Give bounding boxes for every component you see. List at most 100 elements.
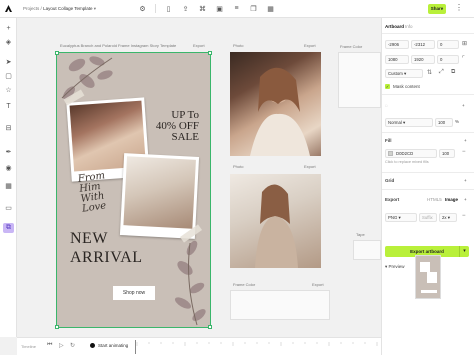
add-fill-icon[interactable]: + — [464, 138, 467, 143]
promo-text[interactable]: UP To 40% OFF SALE — [151, 110, 199, 143]
timeline-bar: Timeline ⏮ ▷ ↻ Start animating — [17, 337, 381, 355]
preview-polaroid — [427, 272, 437, 283]
tab-artboard[interactable]: Artboard — [385, 24, 404, 29]
artboard-frame[interactable] — [230, 290, 330, 320]
blend-mode-select[interactable]: Normal ▾ — [385, 118, 433, 127]
export-section-title: Export — [385, 197, 400, 202]
export-link[interactable]: Export — [304, 43, 316, 48]
mask-label: Mask content — [393, 84, 420, 89]
start-animating-button[interactable]: Start animating — [98, 343, 128, 348]
polaroid-photo — [123, 156, 196, 229]
y-position-field[interactable]: -2312 — [411, 40, 435, 49]
divider — [382, 132, 474, 133]
remove-export-icon[interactable]: − — [462, 213, 466, 219]
record-icon[interactable] — [90, 343, 95, 348]
mask-checkbox[interactable]: ✓ — [385, 84, 390, 89]
artboard-label[interactable]: Photo — [233, 164, 243, 169]
text-block-icon[interactable]: ≡ — [232, 4, 241, 13]
pen-icon[interactable]: ✒ — [3, 147, 14, 157]
scale-select[interactable]: 2x ▾ — [439, 213, 457, 222]
share-button[interactable]: Share — [428, 4, 446, 14]
layers-icon[interactable]: ◈ — [3, 37, 14, 47]
tab-image[interactable]: Image — [445, 197, 458, 202]
star-icon[interactable]: ☆ — [3, 85, 14, 95]
page-icon[interactable]: ▯ — [164, 4, 173, 13]
component-icon[interactable]: ⊟ — [3, 123, 14, 133]
preset-value: Custom — [388, 71, 403, 76]
artboard-frame[interactable] — [338, 52, 381, 108]
height-field[interactable]: 1920 — [411, 55, 435, 64]
artboard-label[interactable]: Frame Color — [340, 44, 362, 49]
artboard-label[interactable]: Tape — [356, 232, 365, 237]
photo-artboard-1[interactable] — [230, 52, 321, 156]
code-icon[interactable]: ⌘ — [198, 4, 207, 13]
divider — [382, 172, 474, 173]
skip-back-icon[interactable]: ⏮ — [47, 342, 52, 349]
play-icon[interactable]: ▷ — [59, 342, 64, 349]
polaroid-frame[interactable] — [119, 153, 200, 239]
fill-swatch[interactable] — [388, 151, 393, 156]
drop-icon[interactable]: ◉ — [3, 163, 14, 173]
tab-info[interactable]: Info — [405, 24, 413, 29]
folder-icon[interactable]: ▭ — [3, 203, 14, 213]
top-bar: Projects / Layout Collage Template ▾ ⚙ ▯… — [0, 0, 474, 18]
divider — [155, 4, 156, 13]
plugin-icon[interactable]: ⧉ — [3, 223, 14, 233]
breadcrumb-parent[interactable]: Projects — [23, 6, 39, 11]
table-icon[interactable]: ▦ — [3, 181, 14, 191]
swap-icon[interactable]: ⇅ — [427, 69, 432, 76]
artboard-label[interactable]: Frame Color — [233, 282, 255, 287]
fit-icon[interactable]: ⤢ — [439, 69, 444, 76]
add-icon[interactable]: + — [462, 103, 465, 108]
promo-line: SALE — [171, 131, 200, 143]
chevron-down-icon[interactable]: ▾ — [94, 6, 96, 11]
artboard-label[interactable]: Eucalyptus Branch and Polaroid Frame Ins… — [60, 43, 176, 48]
rotation-field[interactable]: 0 — [437, 40, 459, 49]
copy-icon[interactable]: ❐ — [249, 4, 258, 13]
preset-select[interactable]: Custom ▾ — [385, 69, 423, 78]
upload-icon[interactable]: ⇪ — [181, 4, 190, 13]
suffix-field[interactable]: Suffix — [419, 213, 437, 222]
photo-artboard-2[interactable] — [230, 174, 321, 268]
more-options-icon[interactable]: ⋮ — [455, 3, 463, 12]
radius-field[interactable]: 0 — [437, 55, 459, 64]
fill-color-field[interactable]: D0D2CD — [385, 149, 437, 158]
export-link[interactable]: Export — [312, 282, 324, 287]
lock-icon[interactable]: ⧉ — [451, 69, 455, 76]
gear-icon[interactable]: ⚙ — [138, 4, 147, 13]
artboard-label[interactable]: Photo — [233, 43, 243, 48]
grid-icon[interactable]: ▦ — [266, 4, 275, 13]
shop-now-button[interactable]: Shop now — [113, 286, 155, 300]
preview-section-title[interactable]: ▾ Preview — [385, 264, 405, 270]
x-position-field[interactable]: -2906 — [385, 40, 409, 49]
export-options-chevron-icon[interactable]: ▾ — [459, 246, 469, 257]
add-grid-icon[interactable]: + — [464, 178, 467, 183]
timeline-ruler[interactable] — [135, 340, 379, 354]
breadcrumb-current[interactable]: Layout Collage Template — [43, 6, 92, 11]
opacity-field[interactable]: 100 — [435, 118, 453, 127]
text-icon[interactable]: T — [3, 101, 14, 111]
add-export-icon[interactable]: + — [464, 197, 467, 202]
tab-html5[interactable]: HTML5 — [427, 197, 442, 202]
width-field[interactable]: 1080 — [385, 55, 409, 64]
export-artboard-label: Export artboard — [410, 249, 444, 254]
artboard-frame[interactable] — [353, 240, 381, 260]
cursor-icon[interactable]: ➤ — [3, 57, 14, 67]
divider — [382, 94, 474, 95]
fill-opacity-field[interactable]: 100 — [439, 149, 455, 158]
app-logo-icon[interactable] — [4, 4, 13, 13]
image-icon[interactable]: ▣ — [215, 4, 224, 13]
loop-icon[interactable]: ↻ — [70, 342, 75, 349]
format-select[interactable]: PNG ▾ — [385, 213, 417, 222]
align-icon[interactable]: ⊞ — [462, 40, 467, 47]
handwritten-script-text[interactable]: From Him With Love — [77, 170, 110, 214]
frame-icon[interactable]: ▢ — [3, 71, 14, 81]
corner-icon[interactable]: ⌜ — [462, 55, 465, 62]
left-toolbar: + ◈ ➤ ▢ ☆ T ⊟ ✒ ◉ ▦ ▭ ▤ ⧉ — [0, 18, 17, 337]
woman-portrait-image — [250, 67, 310, 156]
export-link[interactable]: Export — [193, 43, 205, 48]
headline-text[interactable]: NEW ARRIVAL — [70, 229, 143, 267]
remove-icon[interactable]: − — [462, 149, 466, 155]
add-icon[interactable]: + — [3, 23, 14, 33]
export-link[interactable]: Export — [304, 164, 316, 169]
